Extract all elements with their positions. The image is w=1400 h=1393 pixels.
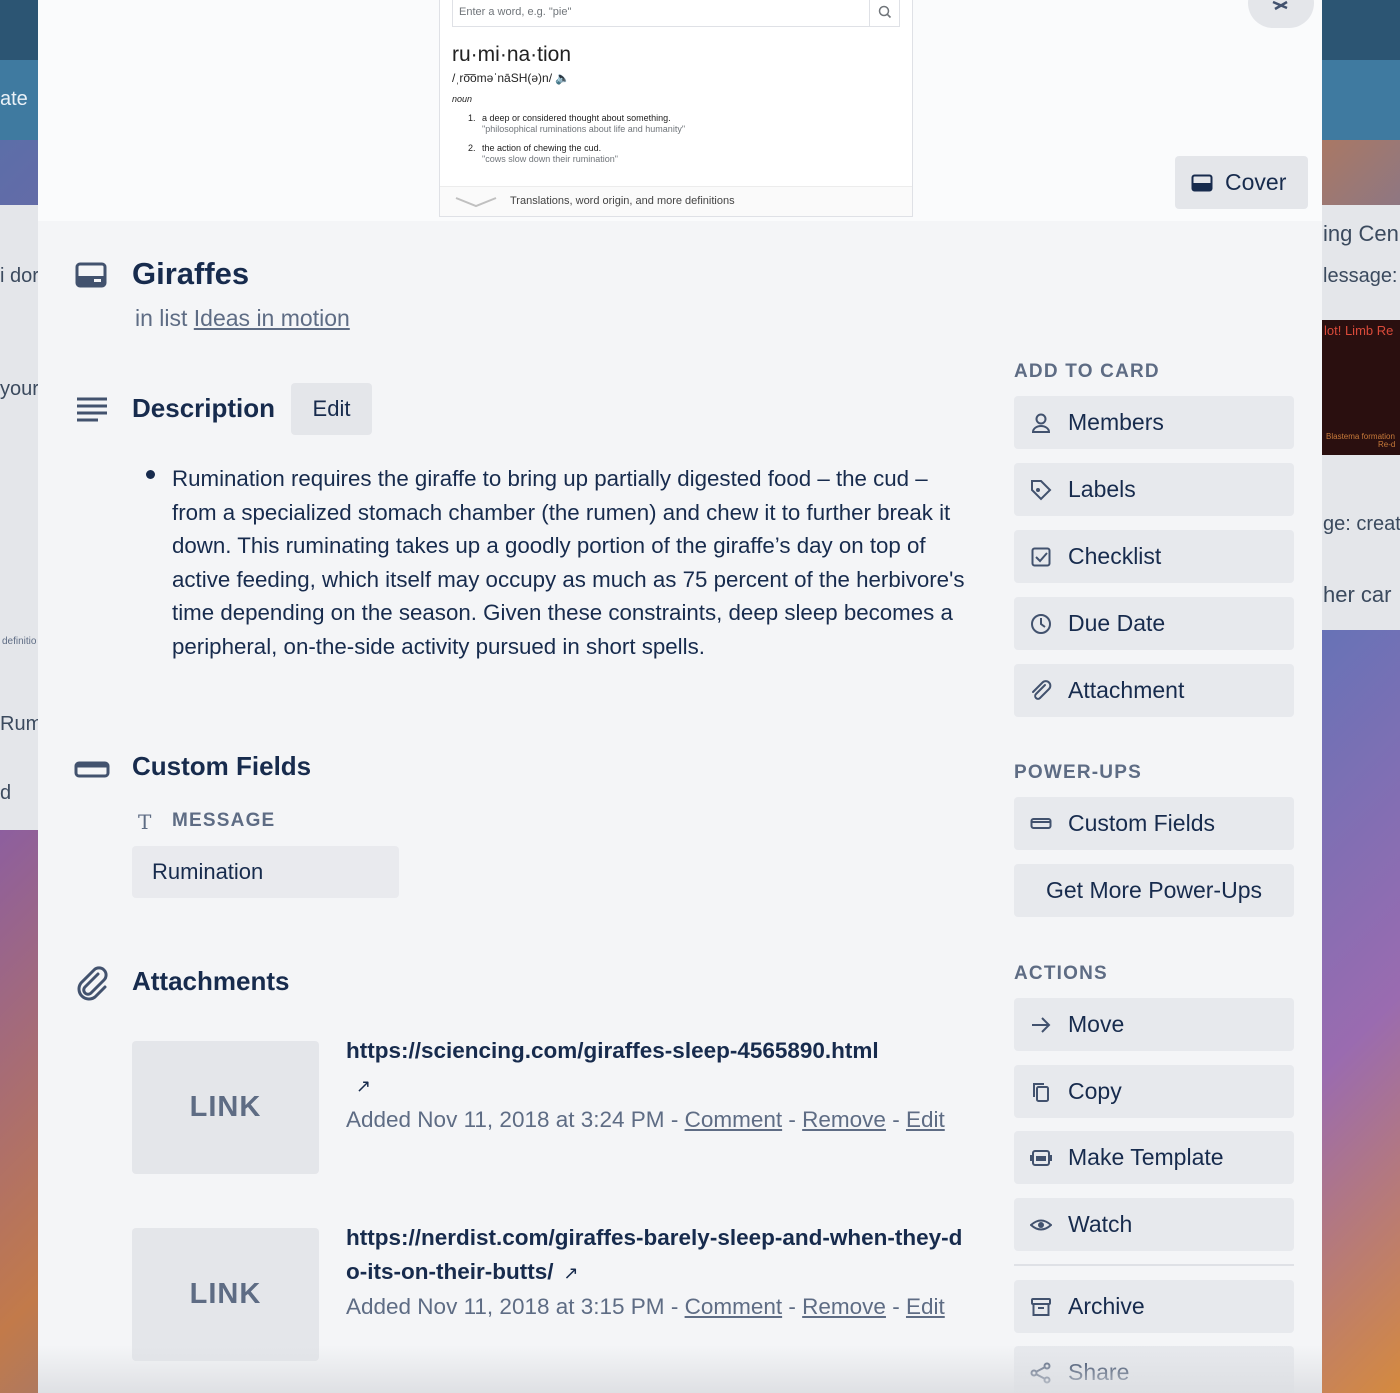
- bg-text: her car: [1323, 582, 1392, 607]
- edit-link[interactable]: Edit: [906, 1107, 945, 1132]
- text-type-icon: T: [138, 810, 152, 834]
- paperclip-icon: [74, 965, 110, 1001]
- labels-button[interactable]: Labels: [1014, 463, 1294, 516]
- add-to-card-heading: ADD TO CARD: [1014, 361, 1160, 382]
- copy-icon: [1030, 1081, 1052, 1103]
- chevron-down-icon: [455, 197, 497, 208]
- description-icon: [74, 392, 110, 428]
- description-heading: Description: [132, 393, 276, 423]
- divider: [1014, 1264, 1294, 1266]
- bg-text: Rum: [0, 713, 43, 735]
- custom-fields-icon: [1030, 813, 1052, 835]
- cover-image: Enter a word, e.g. "pie" ru·mi·na·tion /…: [439, 0, 913, 217]
- attachment-details: https://sciencing.com/giraffes-sleep-456…: [346, 1038, 945, 1132]
- card-list-info: in list Ideas in motion: [135, 305, 350, 331]
- person-icon: [1030, 412, 1052, 434]
- bg-text: i dor: [0, 265, 39, 287]
- bg-text: ate: [0, 88, 28, 110]
- archive-icon: [1030, 1296, 1052, 1318]
- custom-fields-button[interactable]: Custom Fields: [1014, 797, 1294, 850]
- close-button[interactable]: [1248, 0, 1314, 28]
- checklist-button[interactable]: Checklist: [1014, 530, 1294, 583]
- cover-button[interactable]: Cover: [1175, 156, 1308, 209]
- bg-text: your: [0, 378, 39, 400]
- custom-field-input[interactable]: Rumination: [132, 846, 399, 898]
- card-cover-icon: [1191, 174, 1213, 191]
- move-button[interactable]: Move: [1014, 998, 1294, 1051]
- attachment-thumbnail[interactable]: LINK: [132, 1041, 319, 1174]
- attachment-button[interactable]: Attachment: [1014, 664, 1294, 717]
- external-link-icon[interactable]: ↗: [356, 1070, 371, 1104]
- attachments-heading: Attachments: [132, 966, 290, 996]
- card-cover: Enter a word, e.g. "pie" ru·mi·na·tion /…: [38, 0, 1322, 221]
- bg-text: d: [0, 782, 12, 804]
- paperclip-icon: [1030, 679, 1052, 702]
- dictionary-pronunciation: /ˌro͞oməˈnāSH(ə)n/ 🔈: [452, 71, 571, 85]
- card-icon: [74, 258, 110, 294]
- bg-text: Re-d: [1378, 440, 1396, 449]
- remove-link[interactable]: Remove: [802, 1294, 886, 1319]
- list-link[interactable]: Ideas in motion: [194, 305, 350, 331]
- get-more-power-ups-button[interactable]: Get More Power-Ups: [1014, 864, 1294, 917]
- bullet: [146, 470, 155, 479]
- edit-link[interactable]: Edit: [906, 1294, 945, 1319]
- due-date-button[interactable]: Due Date: [1014, 597, 1294, 650]
- dictionary-example: "cows slow down their rumination": [482, 154, 618, 164]
- share-button[interactable]: Share: [1014, 1346, 1294, 1393]
- attachment-date: Added Nov 11, 2018 at 3:15 PM: [346, 1294, 665, 1319]
- dictionary-definition: 2. the action of chewing the cud.: [468, 143, 602, 153]
- dictionary-search-placeholder: Enter a word, e.g. "pie": [459, 6, 572, 18]
- speaker-icon: 🔈: [555, 71, 571, 85]
- bg-text: definitio: [2, 636, 37, 647]
- search-icon: [869, 0, 899, 26]
- attachment-thumbnail[interactable]: LINK: [132, 1228, 319, 1361]
- external-link-icon[interactable]: ↗: [563, 1257, 578, 1291]
- remove-link[interactable]: Remove: [802, 1107, 886, 1132]
- comment-link[interactable]: Comment: [685, 1107, 783, 1132]
- dictionary-search-box: Enter a word, e.g. "pie": [452, 0, 900, 27]
- make-template-button[interactable]: Make Template: [1014, 1131, 1294, 1184]
- card-detail-modal: Enter a word, e.g. "pie" ru·mi·na·tion /…: [38, 0, 1322, 1393]
- dictionary-example: "philosophical ruminations about life an…: [482, 124, 686, 134]
- edit-description-button[interactable]: Edit: [291, 383, 372, 435]
- template-icon: [1030, 1147, 1052, 1169]
- eye-icon: [1030, 1214, 1052, 1236]
- archive-button[interactable]: Archive: [1014, 1280, 1294, 1333]
- power-ups-heading: POWER-UPS: [1014, 762, 1142, 783]
- bg-text: ge: creat: [1323, 513, 1400, 535]
- description-text[interactable]: Rumination requires the giraffe to bring…: [172, 462, 972, 663]
- card-title[interactable]: Giraffes: [132, 256, 249, 292]
- attachment-link[interactable]: https://sciencing.com/giraffes-sleep-456…: [346, 1038, 879, 1063]
- dictionary-word: ru·mi·na·tion: [452, 43, 572, 66]
- arrow-right-icon: [1030, 1014, 1052, 1036]
- custom-fields-heading: Custom Fields: [132, 751, 312, 781]
- attachment-date: Added Nov 11, 2018 at 3:24 PM: [346, 1107, 665, 1132]
- checkbox-icon: [1030, 546, 1052, 568]
- bg-text: lessage:: [1323, 265, 1398, 287]
- attachment-link[interactable]: https://nerdist.com/giraffes-barely-slee…: [346, 1225, 962, 1284]
- custom-field-label: MESSAGE: [172, 810, 276, 831]
- dictionary-part-of-speech: noun: [452, 94, 473, 104]
- bg-text: lot! Limb Re: [1324, 323, 1394, 338]
- dictionary-footer: Translations, word origin, and more defi…: [440, 186, 912, 216]
- list-left: [0, 205, 40, 830]
- bg-text: ing Cen: [1323, 221, 1399, 246]
- copy-button[interactable]: Copy: [1014, 1065, 1294, 1118]
- clock-icon: [1030, 613, 1052, 635]
- share-icon: [1030, 1362, 1052, 1384]
- comment-link[interactable]: Comment: [685, 1294, 783, 1319]
- watch-button[interactable]: Watch: [1014, 1198, 1294, 1251]
- members-button[interactable]: Members: [1014, 396, 1294, 449]
- tag-icon: [1030, 479, 1052, 501]
- custom-fields-icon: [74, 752, 110, 788]
- close-icon: [1272, 0, 1288, 11]
- dictionary-definition: 1. a deep or considered thought about som…: [468, 113, 671, 123]
- actions-heading: ACTIONS: [1014, 963, 1108, 984]
- attachment-details: https://nerdist.com/giraffes-barely-slee…: [346, 1225, 963, 1319]
